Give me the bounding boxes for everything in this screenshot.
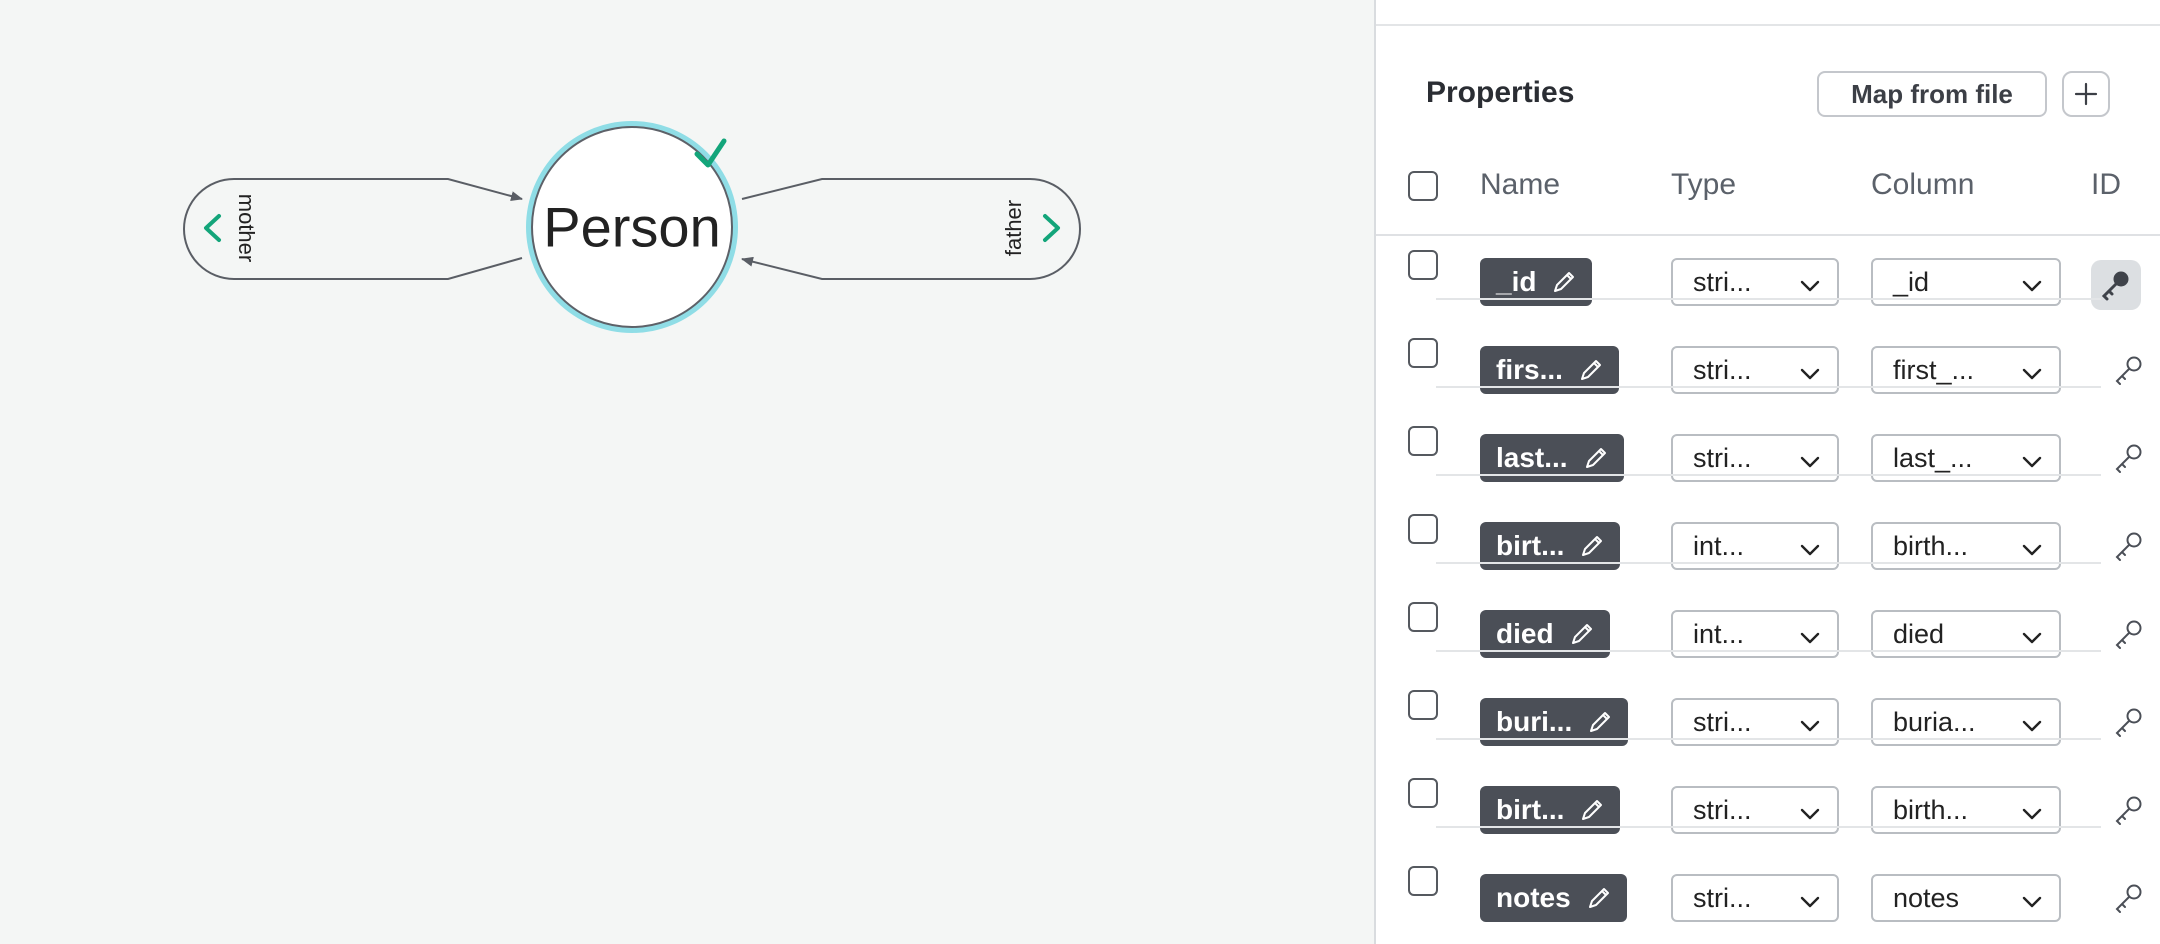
relationship-label-mother: mother (234, 193, 259, 263)
graph-svg (183, 121, 1081, 333)
key-icon[interactable] (2109, 878, 2149, 918)
key-icon[interactable] (2109, 702, 2149, 742)
type-value: stri... (1693, 794, 1752, 825)
property-row: _id stri... _id (1376, 236, 2160, 324)
row-checkbox[interactable] (1408, 250, 1438, 280)
column-header-id: ID (2091, 168, 2121, 201)
column-header-type: Type (1671, 168, 1737, 201)
pencil-icon[interactable] (1578, 796, 1606, 824)
property-row: birt... stri... birth... (1376, 764, 2160, 852)
pencil-icon[interactable] (1586, 708, 1614, 736)
row-divider (1436, 650, 2101, 652)
property-row: birt... int... birth... (1376, 500, 2160, 588)
property-name: notes (1496, 882, 1571, 913)
column-header-column: Column (1871, 168, 1975, 201)
graph-canvas[interactable]: Person mother father (0, 0, 1374, 944)
property-name: birt... (1496, 794, 1565, 825)
properties-panel: Properties Map from file Name Type Colum… (1374, 0, 2160, 944)
type-select[interactable]: stri... (1671, 874, 1839, 922)
pencil-icon[interactable] (1578, 532, 1606, 560)
column-value: buria... (1893, 706, 1976, 737)
property-row: buri... stri... buria... (1376, 676, 2160, 764)
father-relationship-loop[interactable] (741, 178, 1081, 280)
column-select[interactable]: notes (1871, 874, 2061, 922)
row-checkbox[interactable] (1408, 690, 1438, 720)
key-icon[interactable] (2109, 614, 2149, 654)
type-value: int... (1693, 530, 1745, 561)
relationship-label-father: father (1001, 199, 1026, 257)
property-row: firs... stri... first_... (1376, 324, 2160, 412)
key-icon[interactable] (2109, 350, 2149, 390)
row-checkbox[interactable] (1408, 426, 1438, 456)
row-checkbox[interactable] (1408, 602, 1438, 632)
key-icon[interactable] (2109, 790, 2149, 830)
key-icon[interactable] (2109, 438, 2149, 478)
type-value: stri... (1693, 354, 1752, 385)
row-divider (1436, 298, 2101, 300)
plus-icon (2074, 82, 2098, 106)
panel-divider (1376, 24, 2160, 26)
type-value: int... (1693, 618, 1745, 649)
type-value: stri... (1693, 706, 1752, 737)
property-name: last... (1496, 442, 1568, 473)
property-name: _id (1496, 266, 1537, 297)
pencil-icon[interactable] (1585, 884, 1613, 912)
column-value: died (1893, 618, 1945, 649)
pencil-icon[interactable] (1550, 268, 1578, 296)
row-checkbox[interactable] (1408, 338, 1438, 368)
property-row: notes stri... notes (1376, 852, 2160, 940)
panel-title: Properties (1426, 76, 1575, 109)
row-divider (1436, 562, 2101, 564)
row-checkbox[interactable] (1408, 866, 1438, 896)
row-divider (1436, 386, 2101, 388)
property-name: died (1496, 618, 1554, 649)
key-icon-active[interactable] (2091, 260, 2141, 310)
column-value: birth... (1893, 530, 1969, 561)
column-value: birth... (1893, 794, 1969, 825)
property-name: firs... (1496, 354, 1563, 385)
chevron-down-icon (1799, 889, 1821, 920)
row-divider (1436, 826, 2101, 828)
column-value: _id (1893, 266, 1930, 297)
row-divider (1436, 738, 2101, 740)
property-name: birt... (1496, 530, 1565, 561)
column-value: first_... (1893, 354, 1975, 385)
row-checkbox[interactable] (1408, 778, 1438, 808)
property-row: died int... died (1376, 588, 2160, 676)
pencil-icon[interactable] (1577, 356, 1605, 384)
property-row: last... stri... last_... (1376, 412, 2160, 500)
type-value: stri... (1693, 266, 1752, 297)
add-property-button[interactable] (2062, 71, 2110, 117)
map-from-file-button[interactable]: Map from file (1817, 71, 2047, 117)
chevron-down-icon (2021, 889, 2043, 920)
select-all-checkbox[interactable] (1408, 171, 1438, 201)
chevron-right-icon[interactable] (1043, 214, 1060, 242)
pencil-icon[interactable] (1568, 620, 1596, 648)
property-name-pill[interactable]: notes (1480, 874, 1627, 922)
row-divider (1436, 474, 2101, 476)
node-label: Person (543, 195, 721, 259)
row-checkbox[interactable] (1408, 514, 1438, 544)
column-value: notes (1893, 882, 1960, 913)
pencil-icon[interactable] (1582, 444, 1610, 472)
type-value: stri... (1693, 882, 1752, 913)
column-value: last_... (1893, 442, 1973, 473)
key-icon[interactable] (2109, 526, 2149, 566)
property-name: buri... (1496, 706, 1573, 737)
type-value: stri... (1693, 442, 1752, 473)
column-header-name: Name (1480, 168, 1561, 201)
chevron-left-icon[interactable] (204, 214, 221, 242)
